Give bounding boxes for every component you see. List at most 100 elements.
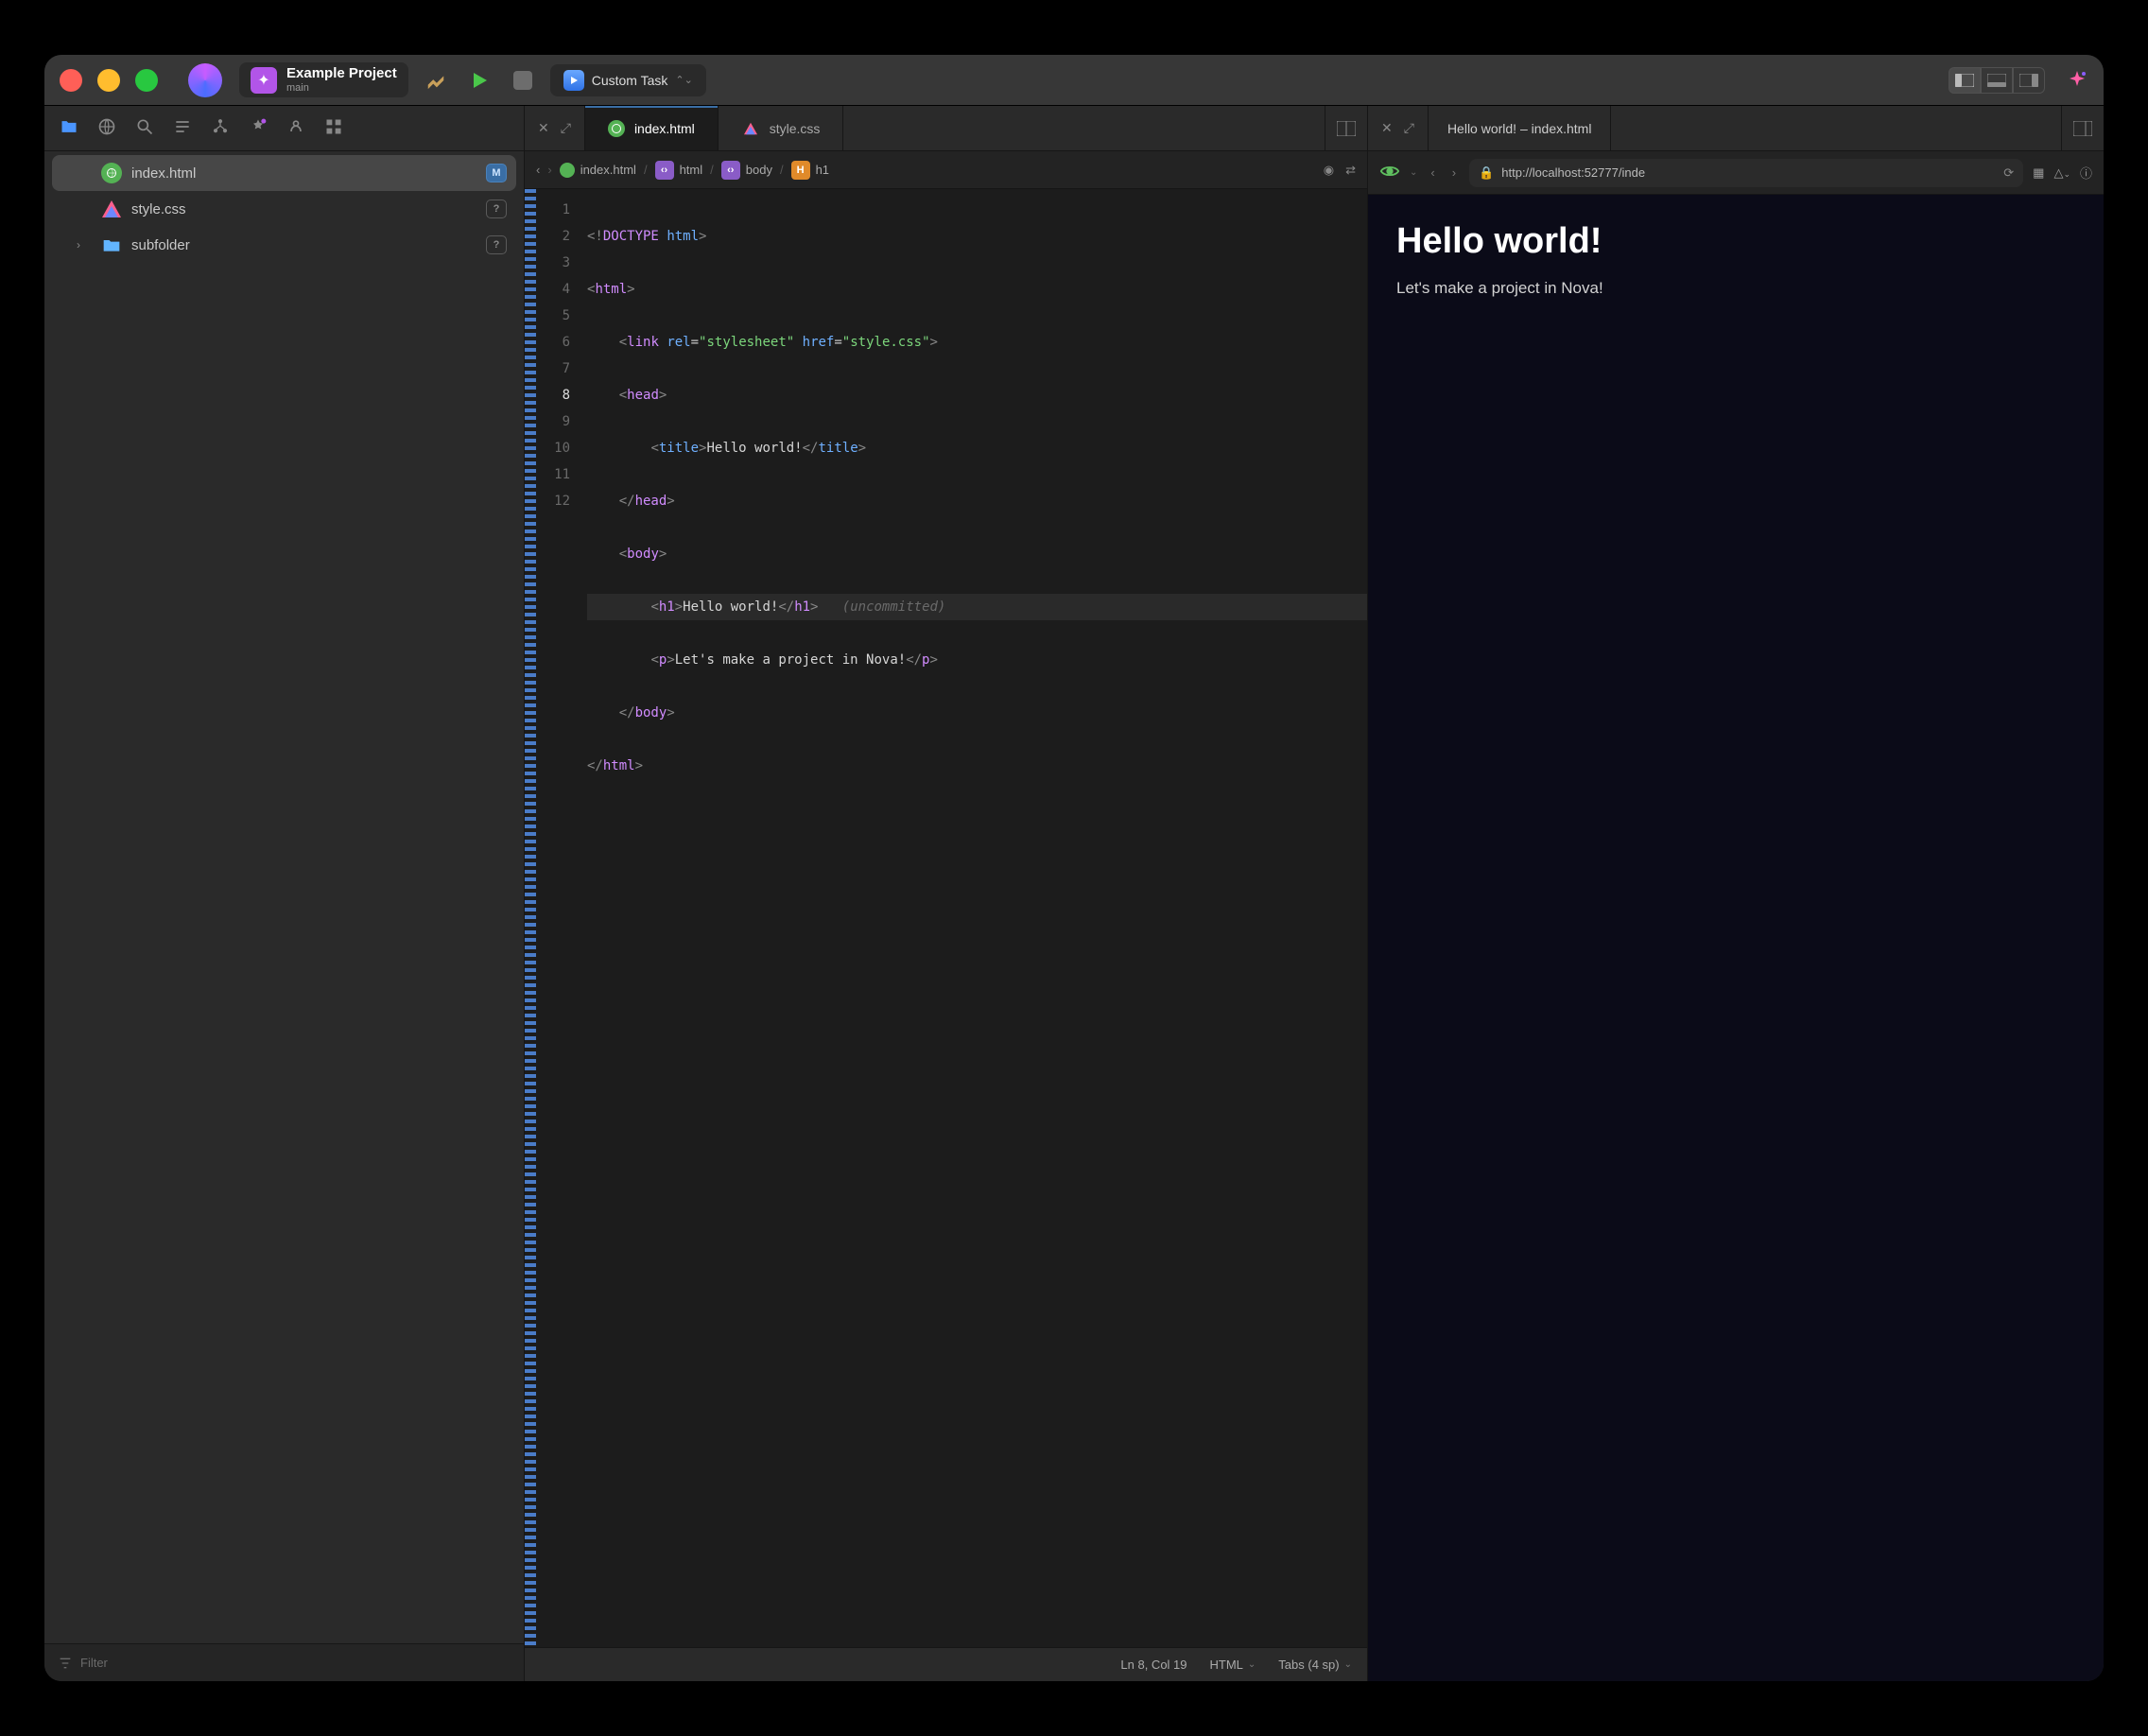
file-name: index.html [131, 165, 196, 182]
stop-button[interactable] [507, 64, 539, 96]
file-name: subfolder [131, 237, 190, 253]
tab-label: style.css [770, 121, 821, 136]
warnings-icon[interactable]: △⌄ [2053, 165, 2070, 181]
blame-annotation: (uncommitted) [842, 599, 946, 615]
html-file-icon [101, 163, 122, 183]
bc-html: html [680, 163, 703, 177]
cursor-position[interactable]: Ln 8, Col 19 [1120, 1658, 1187, 1672]
preview-urlbar: ⌄ ‹ › 🔒 http://localhost:52777/inde ⟳ ▦ … [1368, 151, 2104, 195]
expand-preview-icon[interactable]: ⤢ [1400, 116, 1418, 140]
status-bar: Ln 8, Col 19 HTML⌄ Tabs (4 sp)⌄ [525, 1647, 1367, 1681]
preview-eye-icon[interactable]: ◉ [1324, 163, 1334, 178]
split-preview-icon[interactable] [2061, 106, 2104, 150]
reload-icon[interactable]: ⟳ [2003, 165, 2014, 181]
task-selector[interactable]: Custom Task ⌃⌄ [550, 64, 706, 96]
tab-index[interactable]: index.html [585, 106, 719, 150]
tab-label: index.html [634, 121, 695, 136]
editor-tabs: ✕ ⤢ index.html style.css [525, 106, 1367, 151]
file-tree[interactable]: index.html M style.css ? › subfolder ? [44, 151, 524, 1643]
lock-icon: 🔒 [1479, 165, 1494, 181]
search-icon[interactable] [135, 117, 154, 139]
bc-file: index.html [580, 163, 636, 177]
filter-icon [58, 1656, 73, 1671]
disclosure-icon[interactable]: › [77, 238, 92, 252]
layout-segmented-control[interactable] [1949, 67, 2045, 94]
tag-glyph-icon: ‹› [721, 161, 740, 180]
indent-selector[interactable]: Tabs (4 sp)⌄ [1278, 1658, 1352, 1672]
sidebar-filter[interactable]: Filter [44, 1643, 524, 1681]
chevron-down-icon[interactable]: ⌄ [1410, 167, 1417, 178]
nav-back-icon[interactable]: ‹ [536, 163, 540, 177]
info-icon[interactable]: ⓘ [2080, 164, 2092, 182]
clips-icon[interactable] [249, 117, 268, 139]
css-file-icon [744, 122, 757, 134]
folder-icon [101, 234, 122, 255]
code-editor[interactable]: 123456789101112 <!DOCTYPE html> <html> <… [525, 189, 1367, 1647]
nav-back-icon[interactable]: ‹ [1427, 162, 1438, 183]
language-selector[interactable]: HTML⌄ [1210, 1658, 1256, 1672]
preview-tabs: ✕ ⤢ Hello world! – index.html [1368, 106, 2104, 151]
wrap-icon[interactable]: ⇄ [1345, 163, 1356, 178]
app-window: ✦ Example Project main Custom Task ⌃⌄ [44, 55, 2104, 1681]
preview-heading: Hello world! [1396, 221, 2075, 262]
close-preview-icon[interactable]: ✕ [1377, 116, 1396, 140]
build-icon[interactable] [420, 64, 452, 96]
files-icon[interactable] [60, 117, 78, 139]
editor-pane: ✕ ⤢ index.html style.css ‹ › [525, 106, 1368, 1681]
breadcrumb[interactable]: ‹ › index.html / ‹›html / ‹›body / Hh1 ◉… [525, 151, 1367, 189]
nav-forward-icon[interactable]: › [1448, 162, 1460, 183]
sparkle-icon[interactable] [2066, 69, 2088, 92]
line-gutter: 123456789101112 [536, 189, 578, 1647]
file-row-folder[interactable]: › subfolder ? [52, 227, 516, 263]
preview-tab-title: Hello world! – index.html [1447, 121, 1592, 136]
bc-body: body [746, 163, 772, 177]
issues-icon[interactable] [286, 117, 305, 139]
split-editor-icon[interactable] [1325, 106, 1367, 150]
css-file-icon [101, 199, 122, 219]
traffic-lights [60, 69, 158, 92]
expand-tab-icon[interactable]: ⤢ [557, 116, 575, 140]
run-button[interactable] [463, 64, 495, 96]
chevron-updown-icon: ⌃⌄ [675, 74, 692, 86]
tag-glyph-icon: ‹› [655, 161, 674, 180]
preview-url: http://localhost:52777/inde [1501, 165, 1645, 180]
html-file-icon [608, 120, 625, 137]
file-row-index[interactable]: index.html M [52, 155, 516, 191]
layout-right-icon[interactable] [2013, 67, 2045, 94]
live-preview-icon[interactable] [1379, 161, 1400, 184]
untracked-badge: ? [486, 200, 507, 218]
tab-style[interactable]: style.css [719, 106, 844, 150]
code-content[interactable]: <!DOCTYPE html> <html> <link rel="styles… [578, 189, 1367, 1647]
sidebar: index.html M style.css ? › subfolder ? [44, 106, 525, 1681]
layout-bottom-icon[interactable] [1981, 67, 2013, 94]
close-tab-icon[interactable]: ✕ [534, 116, 553, 140]
layout-left-icon[interactable] [1949, 67, 1981, 94]
url-field[interactable]: 🔒 http://localhost:52777/inde ⟳ [1469, 159, 2023, 187]
preview-tab-controls: ✕ ⤢ [1368, 106, 1429, 150]
close-window-button[interactable] [60, 69, 82, 92]
sidebar-toolbar [44, 106, 525, 151]
symbols-icon[interactable] [173, 117, 192, 139]
tab-controls: ✕ ⤢ [525, 106, 585, 150]
devtools-icon[interactable]: ▦ [2033, 165, 2044, 181]
preview-tab[interactable]: Hello world! – index.html [1429, 106, 1612, 150]
app-logo-icon [188, 63, 222, 97]
project-picker[interactable]: ✦ Example Project main [239, 62, 408, 97]
bc-h1: h1 [816, 163, 829, 177]
file-name: style.css [131, 201, 186, 217]
filter-placeholder: Filter [80, 1656, 108, 1670]
project-cube-icon: ✦ [251, 67, 277, 94]
minimize-window-button[interactable] [97, 69, 120, 92]
zoom-window-button[interactable] [135, 69, 158, 92]
task-label: Custom Task [592, 73, 668, 88]
preview-paragraph: Let's make a project in Nova! [1396, 279, 2075, 298]
grid-icon[interactable] [324, 117, 343, 139]
diff-gutter [525, 189, 536, 1647]
project-branch: main [286, 82, 397, 94]
remote-icon[interactable] [97, 117, 116, 139]
nav-forward-icon[interactable]: › [547, 163, 551, 177]
git-icon[interactable] [211, 117, 230, 139]
file-row-style[interactable]: style.css ? [52, 191, 516, 227]
modified-badge: M [486, 164, 507, 182]
preview-document[interactable]: Hello world! Let's make a project in Nov… [1368, 195, 2104, 1681]
